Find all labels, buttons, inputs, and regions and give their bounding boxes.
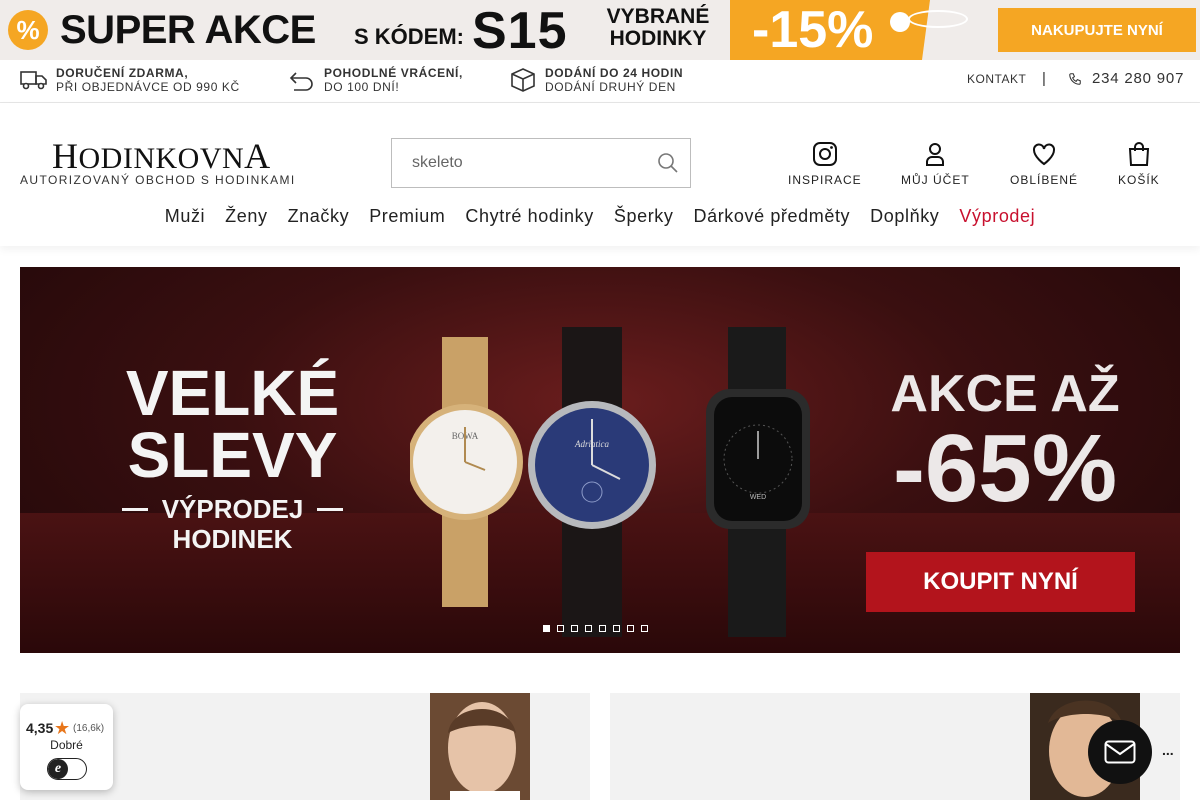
rating-provider-logo: e <box>47 758 87 780</box>
rating-badge[interactable]: 4,35 ★ (16,6k) Dobré e <box>20 704 113 790</box>
search-input[interactable] <box>412 140 652 186</box>
carousel-dot[interactable] <box>599 625 606 632</box>
carousel-dot[interactable] <box>641 625 648 632</box>
nav-item-men[interactable]: Muži <box>165 206 205 227</box>
percent-icon: % <box>8 10 48 50</box>
nav-item-women[interactable]: Ženy <box>225 206 267 227</box>
promo-shop-now-button[interactable]: NAKUPUJTE NYNÍ <box>998 8 1196 52</box>
nav-item-smartwatches[interactable]: Chytré hodinky <box>465 206 593 227</box>
hero-subline-1: VÝPRODEJ <box>80 494 385 524</box>
hero-subline-1-text: VÝPRODEJ <box>161 494 304 524</box>
benefit-subtitle: PŘI OBJEDNÁVCE OD 990 KČ <box>56 80 240 94</box>
carousel-dot[interactable] <box>571 625 578 632</box>
rating-score: 4,35 <box>26 720 54 736</box>
benefit-fast-delivery: DODÁNÍ DO 24 HODIN DODÁNÍ DRUHÝ DEN <box>509 66 683 94</box>
logo-last-letter: A <box>244 136 271 176</box>
carousel-dot[interactable] <box>585 625 592 632</box>
leather-strap-bottom <box>562 517 622 637</box>
benefit-free-delivery: DORUČENÍ ZDARMA, PŘI OBJEDNÁVCE OD 990 K… <box>20 66 240 94</box>
nav-item-jewelry[interactable]: Šperky <box>614 206 674 227</box>
hero-headline-2: SLEVY <box>127 419 338 491</box>
hero-offer-line: AKCE AŽ <box>890 365 1120 423</box>
favorites-label: OBLÍBENÉ <box>1010 173 1079 187</box>
chat-more-options[interactable]: ... <box>1162 742 1174 758</box>
search-icon <box>658 153 678 173</box>
cart-label: KOŠÍK <box>1118 173 1160 187</box>
smartwatch-strap-top <box>728 327 786 397</box>
promo-discount: -15% <box>752 1 874 59</box>
site-logo[interactable]: HODINKOVNA <box>52 135 271 177</box>
promo-selection: VYBRANÉ HODINKY <box>600 6 716 50</box>
carousel-dot[interactable] <box>557 625 564 632</box>
watches-image: BOWA Adriatica WED <box>410 327 810 637</box>
benefit-title: DORUČENÍ ZDARMA, <box>56 66 189 80</box>
logo-tagline: AUTORIZOVANÝ OBCHOD S HODINKAMI <box>20 173 296 187</box>
promo-code-label: S KÓDEM: <box>354 24 464 49</box>
benefit-title: POHODLNÉ VRÁCENÍ, <box>324 66 463 80</box>
package-box-icon <box>511 68 535 92</box>
hero-headline-1: VELKÉ <box>125 357 340 429</box>
delivery-truck-icon <box>20 71 47 90</box>
phone-number: 234 280 907 <box>1092 70 1185 87</box>
nav-item-accessories[interactable]: Doplňky <box>870 206 939 227</box>
inspiration-link[interactable]: INSPIRACE <box>788 141 862 187</box>
benefit-subtitle: DODÁNÍ DRUHÝ DEN <box>545 80 676 94</box>
price-tag-icon <box>890 12 910 32</box>
main-navigation: Muži Ženy Značky Premium Chytré hodinky … <box>0 206 1200 227</box>
promo-selection-line1: VYBRANÉ <box>606 5 710 28</box>
hero-buy-now-button[interactable]: KOUPIT NYNÍ <box>866 552 1135 612</box>
favorites-link[interactable]: OBLÍBENÉ <box>1010 141 1078 187</box>
benefit-title: DODÁNÍ DO 24 HODIN <box>545 66 684 80</box>
user-icon <box>926 143 945 166</box>
carousel-dots <box>543 625 648 632</box>
benefit-subtitle: DO 100 DNÍ! <box>324 80 400 94</box>
account-label: MŮJ ÚČET <box>901 173 970 187</box>
rating-count: (16,6k) <box>73 723 105 734</box>
promo-banner[interactable]: % SUPER AKCE S KÓDEM: S15 VYBRANÉ HODINK… <box>0 0 1200 60</box>
nav-item-gifts[interactable]: Dárkové předměty <box>694 206 851 227</box>
smartwatch-strap-bottom <box>728 527 786 637</box>
woman-photo <box>390 693 590 800</box>
nav-item-premium[interactable]: Premium <box>369 206 445 227</box>
chat-button[interactable] <box>1088 720 1152 784</box>
rating-word: Dobré <box>50 738 83 752</box>
promo-code: S15 <box>472 2 568 60</box>
inspiration-label: INSPIRACE <box>788 173 862 187</box>
logo-first-letter: H <box>52 136 79 176</box>
contact-link[interactable]: KONTAKT <box>967 72 1026 86</box>
nav-item-brands[interactable]: Značky <box>288 206 350 227</box>
search-button[interactable] <box>656 151 680 180</box>
hero-banner[interactable]: VELKÉ SLEVY VÝPRODEJ HODINEK BOWA Adriat… <box>20 267 1180 653</box>
return-arrow-icon <box>289 72 313 91</box>
carousel-dot[interactable] <box>613 625 620 632</box>
search-box <box>391 138 691 188</box>
promo-selection-line2: HODINKY <box>609 27 707 50</box>
account-link[interactable]: MŮJ ÚČET <box>901 141 970 187</box>
hero-headline: VELKÉ SLEVY VÝPRODEJ HODINEK <box>80 357 385 554</box>
contact-separator: | <box>1042 70 1046 87</box>
hero-offer-value: -65% <box>892 415 1118 522</box>
nav-item-sale[interactable]: Výprodej <box>959 206 1035 227</box>
phone-link[interactable]: 234 280 907 <box>1068 70 1184 87</box>
heart-icon <box>1033 143 1056 166</box>
star-icon: ★ <box>54 718 71 738</box>
instagram-icon <box>812 142 837 166</box>
carousel-dot[interactable] <box>543 625 550 632</box>
phone-icon <box>1069 72 1081 85</box>
hero-subline-2: HODINEK <box>172 524 293 554</box>
promo-title: SUPER AKCE <box>60 8 316 52</box>
carousel-dot[interactable] <box>627 625 634 632</box>
rating-provider-letter: e <box>48 759 68 779</box>
hero-offer: AKCE AŽ -65% <box>880 367 1130 517</box>
smartwatch-day: WED <box>750 494 766 501</box>
price-tag-string-icon <box>908 10 968 28</box>
mail-icon <box>1104 740 1136 764</box>
shopping-bag-icon <box>1128 142 1149 166</box>
benefit-returns: POHODLNÉ VRÁCENÍ, DO 100 DNÍ! <box>288 66 463 94</box>
cart-link[interactable]: KOŠÍK <box>1118 141 1160 187</box>
logo-middle: ODINKOVN <box>78 142 245 175</box>
